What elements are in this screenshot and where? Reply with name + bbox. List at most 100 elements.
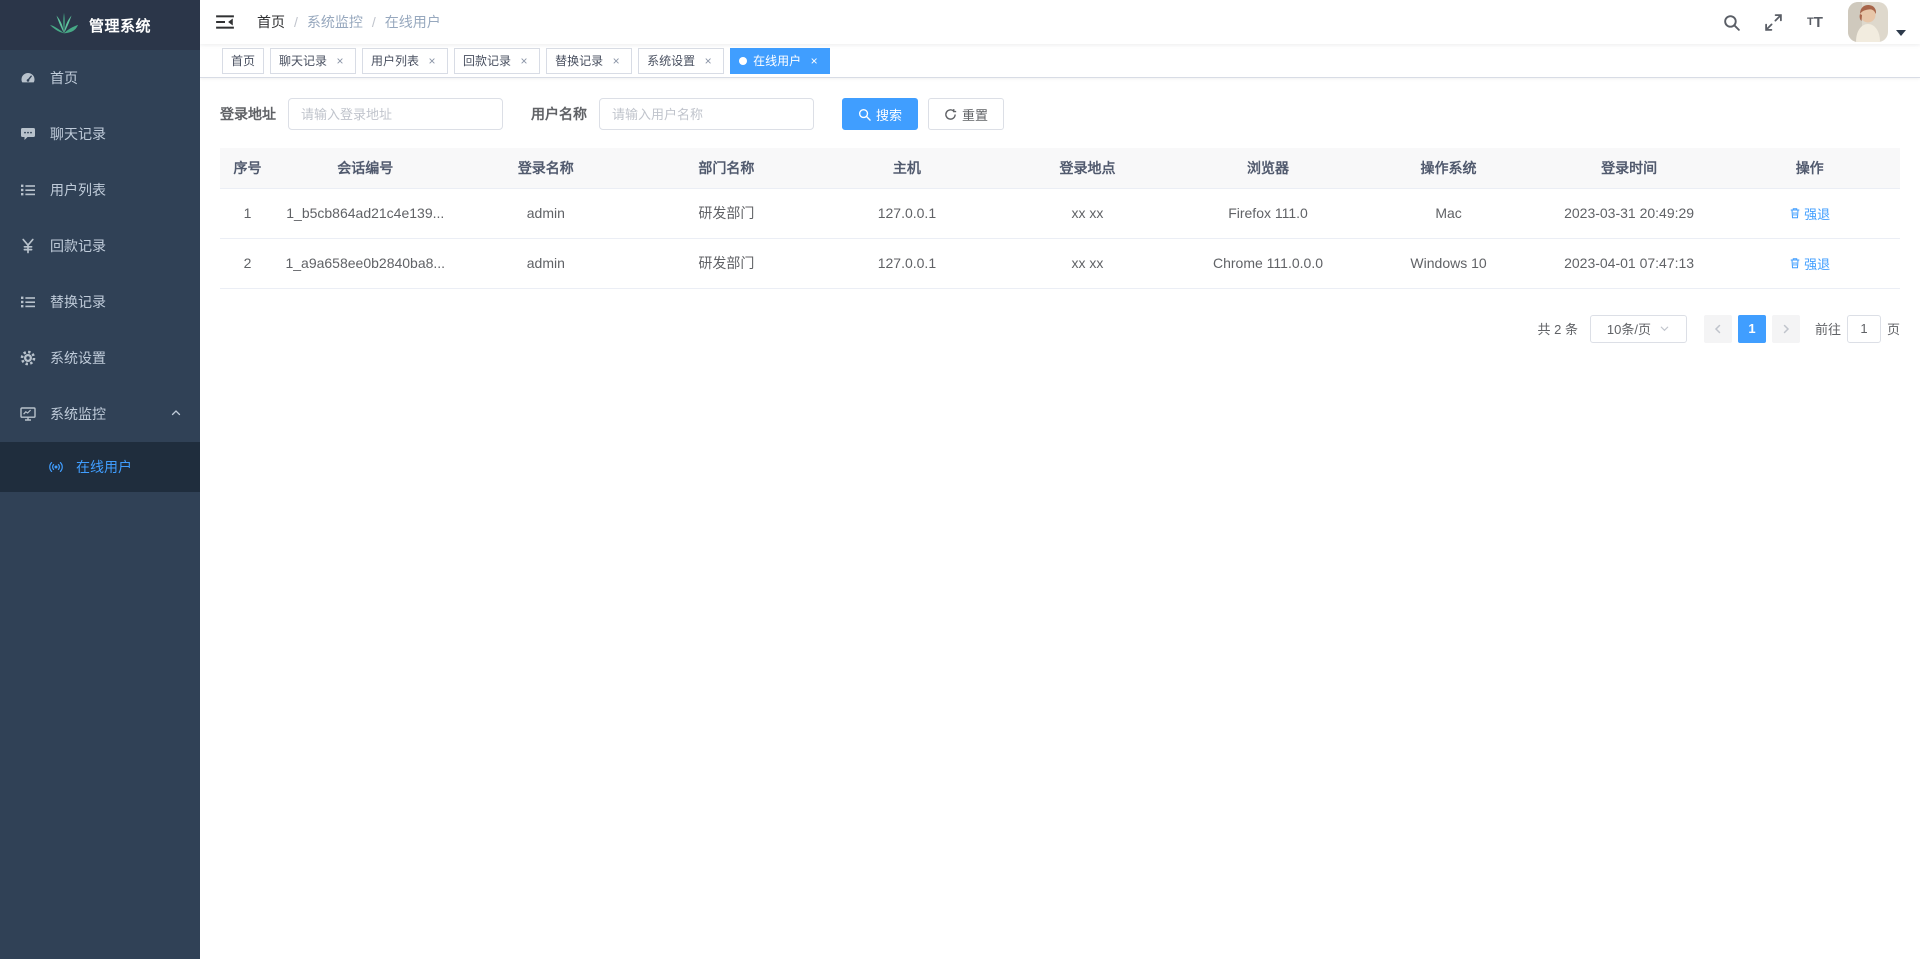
cell-os: Windows 10 — [1358, 238, 1539, 288]
list-icon — [20, 182, 36, 198]
sidebar-item-home[interactable]: 首页 — [0, 50, 200, 106]
page-content: 登录地址 用户名称 搜索 重置 序号 会话编号 登录名称 部门名称 — [200, 78, 1920, 363]
cell-browser: Firefox 111.0 — [1178, 188, 1359, 238]
breadcrumb-online-users: 在线用户 — [385, 12, 441, 32]
yen-icon — [20, 238, 36, 254]
caret-down-icon — [1896, 30, 1906, 36]
cell-os: Mac — [1358, 188, 1539, 238]
cell-login-name: admin — [456, 188, 637, 238]
sidebar-item-label: 用户列表 — [50, 180, 106, 200]
search-icon[interactable] — [1721, 12, 1741, 32]
sidebar-menu: 首页 聊天记录 用户列表 回款记录 替换记录 — [0, 50, 200, 492]
table-row: 2 1_a9a658ee0b2840ba8... admin 研发部门 127.… — [220, 238, 1900, 288]
col-login-location: 登录地点 — [997, 148, 1178, 188]
pagination: 共 2 条 10条/页 1 前往 页 — [220, 315, 1900, 343]
tag-system-settings[interactable]: 系统设置× — [638, 48, 724, 74]
cell-login-time: 2023-04-01 07:47:13 — [1539, 238, 1720, 288]
col-session-id: 会话编号 — [275, 148, 456, 188]
sidebar-item-chat-records[interactable]: 聊天记录 — [0, 106, 200, 162]
cell-host: 127.0.0.1 — [817, 238, 998, 288]
reset-button[interactable]: 重置 — [928, 98, 1004, 130]
sidebar-item-system-monitor[interactable]: 系统监控 — [0, 386, 200, 442]
col-index: 序号 — [220, 148, 275, 188]
tag-home[interactable]: 首页 — [222, 48, 264, 74]
col-login-name: 登录名称 — [456, 148, 637, 188]
tag-chat-records[interactable]: 聊天记录× — [270, 48, 356, 74]
tag-replace-records[interactable]: 替换记录× — [546, 48, 632, 74]
breadcrumb-system-monitor: 系统监控 — [307, 12, 363, 32]
col-browser: 浏览器 — [1178, 148, 1359, 188]
chevron-down-icon — [1659, 323, 1670, 334]
cell-department: 研发部门 — [636, 188, 817, 238]
close-icon[interactable]: × — [807, 54, 821, 68]
user-menu[interactable] — [1848, 2, 1906, 42]
chat-icon — [20, 126, 36, 142]
tag-online-users[interactable]: 在线用户× — [730, 48, 830, 74]
sidebar-item-user-list[interactable]: 用户列表 — [0, 162, 200, 218]
top-navbar: 首页 / 系统监控 / 在线用户 TT — [200, 0, 1920, 44]
font-size-icon[interactable]: TT — [1805, 12, 1825, 32]
main-area: 首页 / 系统监控 / 在线用户 TT 首页 聊天记录× 用户列表× — [200, 0, 1920, 363]
cell-login-name: admin — [456, 238, 637, 288]
chevron-up-icon — [170, 406, 182, 422]
close-icon[interactable]: × — [701, 54, 715, 68]
gear-icon — [20, 350, 36, 366]
sidebar-item-replace-records[interactable]: 替换记录 — [0, 274, 200, 330]
col-login-time: 登录时间 — [1539, 148, 1720, 188]
monitor-icon — [20, 406, 36, 422]
sidebar-item-label: 回款记录 — [50, 236, 106, 256]
next-page-button[interactable] — [1772, 315, 1800, 343]
cell-login-location: xx xx — [997, 188, 1178, 238]
login-address-input[interactable] — [288, 98, 503, 130]
sidebar-item-payment-records[interactable]: 回款记录 — [0, 218, 200, 274]
list-icon — [20, 294, 36, 310]
cell-login-time: 2023-03-31 20:49:29 — [1539, 188, 1720, 238]
dashboard-icon — [20, 70, 36, 86]
page-jumper: 前往 页 — [1815, 315, 1900, 343]
cell-session-id: 1_a9a658ee0b2840ba8... — [275, 238, 456, 288]
search-button[interactable]: 搜索 — [842, 98, 918, 130]
page-number-1[interactable]: 1 — [1738, 315, 1766, 343]
cell-index: 1 — [220, 188, 275, 238]
login-address-label: 登录地址 — [220, 104, 276, 124]
plant-logo-icon — [49, 11, 79, 40]
page-size-select[interactable]: 10条/页 — [1590, 315, 1687, 343]
close-icon[interactable]: × — [517, 54, 531, 68]
sidebar-item-system-settings[interactable]: 系统设置 — [0, 330, 200, 386]
sidebar-item-label: 首页 — [50, 68, 78, 88]
col-host: 主机 — [817, 148, 998, 188]
sidebar-collapse-icon[interactable] — [215, 12, 235, 32]
close-icon[interactable]: × — [333, 54, 347, 68]
user-avatar[interactable] — [1848, 2, 1888, 42]
navbar-actions: TT — [1710, 2, 1920, 42]
jump-page-input[interactable] — [1847, 315, 1881, 343]
close-icon[interactable]: × — [425, 54, 439, 68]
online-users-table: 序号 会话编号 登录名称 部门名称 主机 登录地点 浏览器 操作系统 登录时间 … — [220, 148, 1900, 289]
sidebar-item-online-users[interactable]: 在线用户 — [0, 442, 200, 492]
prev-page-button[interactable] — [1704, 315, 1732, 343]
cell-host: 127.0.0.1 — [817, 188, 998, 238]
sidebar-submenu-system-monitor: 在线用户 — [0, 442, 200, 492]
sidebar-item-label: 系统监控 — [50, 404, 106, 424]
force-logout-button[interactable]: 强退 — [1789, 204, 1830, 223]
cell-browser: Chrome 111.0.0.0 — [1178, 238, 1359, 288]
table-row: 1 1_b5cb864ad21c4e139... admin 研发部门 127.… — [220, 188, 1900, 238]
app-title: 管理系统 — [89, 15, 151, 36]
close-icon[interactable]: × — [609, 54, 623, 68]
cell-session-id: 1_b5cb864ad21c4e139... — [275, 188, 456, 238]
sidebar-item-label: 在线用户 — [76, 457, 132, 477]
sidebar: 管理系统 首页 聊天记录 用户列表 回款记录 — [0, 0, 200, 959]
breadcrumb-separator: / — [294, 14, 298, 30]
breadcrumb-home[interactable]: 首页 — [257, 12, 285, 32]
breadcrumb-separator: / — [372, 14, 376, 30]
force-logout-button[interactable]: 强退 — [1789, 254, 1830, 273]
tag-user-list[interactable]: 用户列表× — [362, 48, 448, 74]
col-os: 操作系统 — [1358, 148, 1539, 188]
user-name-label: 用户名称 — [531, 104, 587, 124]
tag-payment-records[interactable]: 回款记录× — [454, 48, 540, 74]
app-logo[interactable]: 管理系统 — [0, 0, 200, 50]
sidebar-item-label: 聊天记录 — [50, 124, 106, 144]
fullscreen-icon[interactable] — [1763, 12, 1783, 32]
cell-login-location: xx xx — [997, 238, 1178, 288]
user-name-input[interactable] — [599, 98, 814, 130]
